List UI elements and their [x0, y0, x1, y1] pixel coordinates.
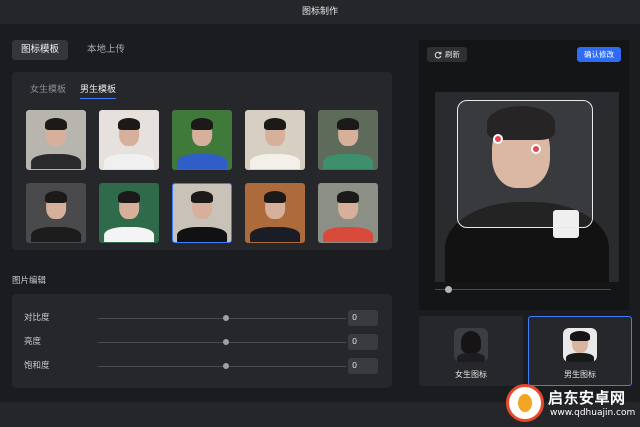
female-icon-card[interactable]: 女生图标: [419, 316, 523, 386]
template-thumbnail[interactable]: [26, 183, 86, 243]
saturation-label: 饱和度: [24, 361, 50, 371]
female-icon-label: 女生图标: [455, 370, 487, 379]
image-edit-title: 图片编辑: [12, 276, 47, 286]
template-thumbnail[interactable]: [99, 183, 159, 243]
template-thumbnail[interactable]: [318, 183, 378, 243]
watermark-logo-icon: [506, 384, 544, 422]
brightness-slider-track[interactable]: [98, 341, 346, 343]
template-thumbnail[interactable]: [245, 183, 305, 243]
female-icon-thumbnail: [454, 328, 488, 362]
image-edit-panel: 对比度 0 亮度 0 饱和度 0: [12, 294, 392, 388]
template-grid: [26, 110, 378, 243]
brightness-slider-handle[interactable]: [223, 339, 229, 345]
icon-preview-canvas[interactable]: [435, 92, 619, 282]
zoom-slider-track[interactable]: [435, 289, 611, 290]
saturation-slider-handle[interactable]: [223, 363, 229, 369]
preview-pane: 刷新 确认修改: [419, 40, 629, 310]
contrast-slider-track[interactable]: [98, 317, 346, 319]
watermark-url: www.qdhuajin.com: [550, 408, 636, 418]
left-pane: 图标模板 本地上传 女生模板 男生模板 图片编辑 对比度 0 亮度 0 饱和度 …: [12, 40, 392, 388]
watermark-text: 启东安卓网: [548, 389, 626, 407]
crop-frame[interactable]: [457, 100, 593, 228]
template-panel: 女生模板 男生模板: [12, 72, 392, 250]
site-watermark: 启东安卓网 www.qdhuajin.com: [500, 380, 640, 427]
tab-male-templates[interactable]: 男生模板: [80, 82, 117, 99]
refresh-button[interactable]: 刷新: [427, 47, 467, 62]
confirm-changes-button[interactable]: 确认修改: [577, 47, 621, 62]
template-thumbnail[interactable]: [26, 110, 86, 170]
template-thumbnail[interactable]: [99, 110, 159, 170]
template-thumbnail-selected[interactable]: [172, 183, 232, 243]
brightness-value-input[interactable]: 0: [348, 334, 378, 350]
contrast-row: 对比度 0: [24, 310, 380, 326]
contrast-slider-handle[interactable]: [223, 315, 229, 321]
contrast-value-input[interactable]: 0: [348, 310, 378, 326]
zoom-slider-handle[interactable]: [445, 286, 452, 293]
template-thumbnail[interactable]: [172, 110, 232, 170]
saturation-slider-track[interactable]: [98, 365, 346, 367]
template-category-tabs: 女生模板 男生模板: [30, 82, 117, 99]
male-icon-card[interactable]: 男生图标: [528, 316, 632, 386]
tab-female-templates[interactable]: 女生模板: [30, 82, 66, 99]
tab-icon-template[interactable]: 图标模板: [12, 40, 69, 60]
male-icon-thumbnail: [563, 328, 597, 362]
window-title: 图标制作: [301, 7, 338, 17]
source-tabs: 图标模板 本地上传: [12, 40, 392, 60]
brightness-label: 亮度: [24, 337, 42, 347]
saturation-row: 饱和度 0: [24, 358, 380, 374]
refresh-icon: [434, 51, 442, 58]
window-title-bar: 图标制作: [0, 0, 640, 24]
template-thumbnail[interactable]: [245, 110, 305, 170]
refresh-label: 刷新: [445, 50, 460, 59]
male-icon-label: 男生图标: [564, 370, 596, 379]
brightness-row: 亮度 0: [24, 334, 380, 350]
tab-local-upload[interactable]: 本地上传: [78, 40, 134, 60]
template-thumbnail[interactable]: [318, 110, 378, 170]
saturation-value-input[interactable]: 0: [348, 358, 378, 374]
contrast-label: 对比度: [24, 313, 50, 323]
